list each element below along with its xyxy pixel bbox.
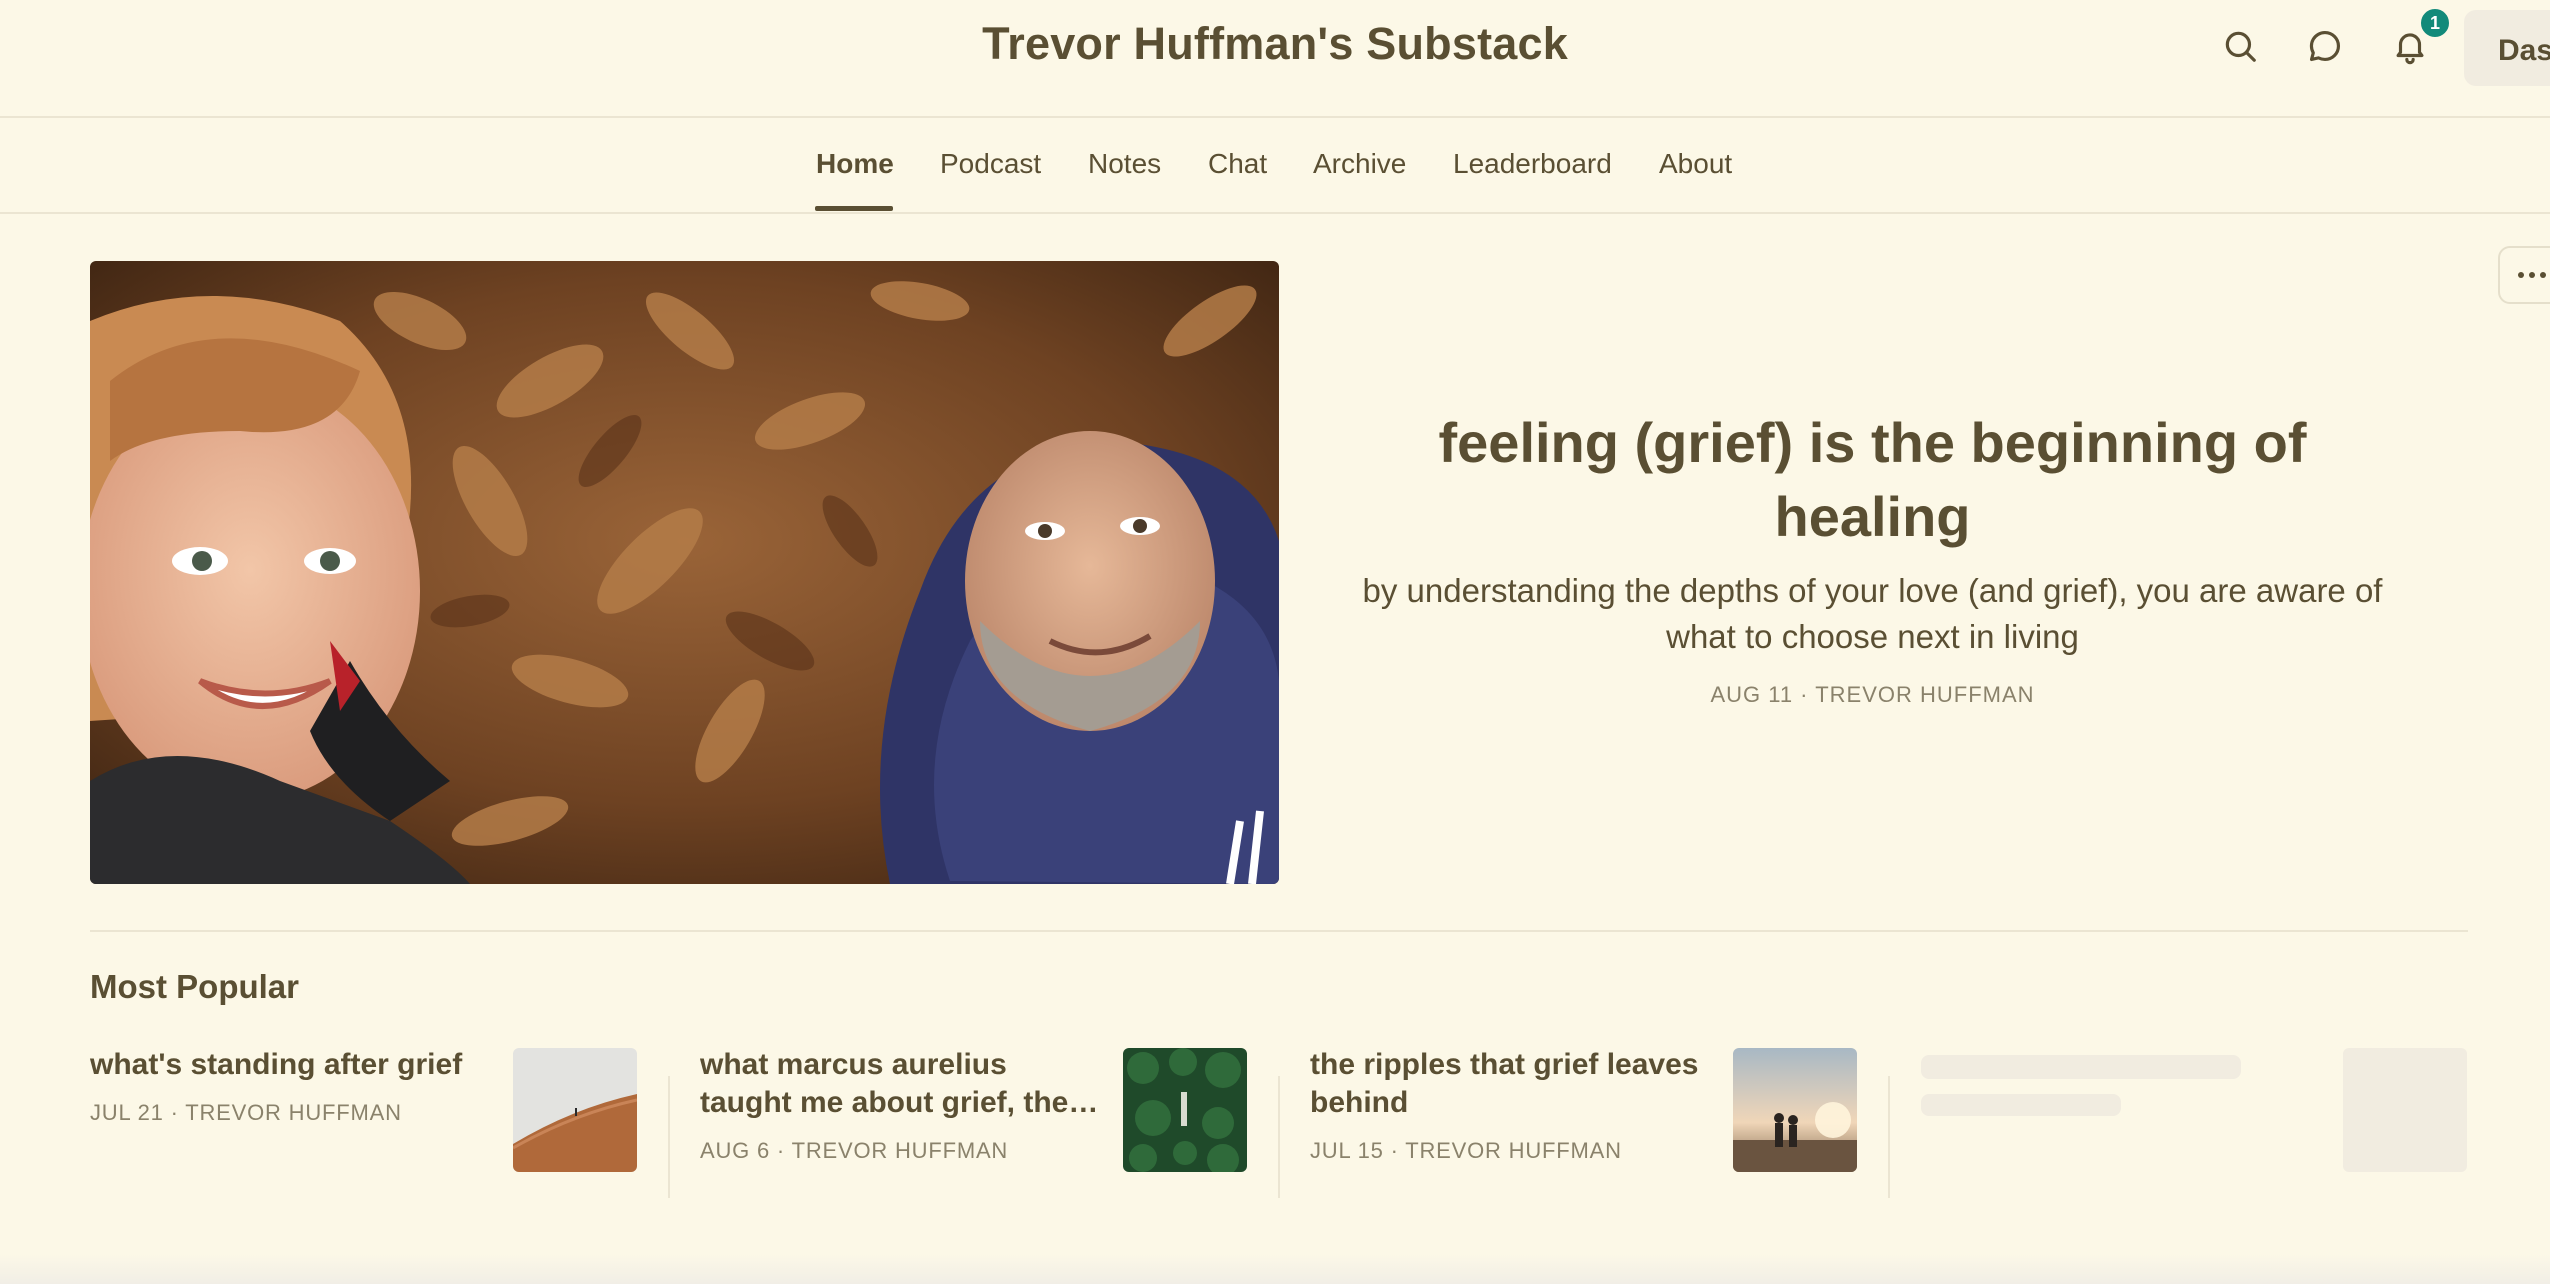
featured-post-image[interactable] xyxy=(90,261,1279,884)
loading-placeholder xyxy=(1921,1055,2241,1079)
section-divider xyxy=(90,930,2468,932)
tab-leaderboard[interactable]: Leaderboard xyxy=(1453,148,1612,180)
tab-chat[interactable]: Chat xyxy=(1208,148,1267,180)
featured-post-title[interactable]: feeling (grief) is the beginning of heal… xyxy=(1340,406,2405,554)
loading-placeholder xyxy=(1921,1094,2121,1116)
popular-post-meta: JUL 15 · TREVOR HUFFMAN xyxy=(1310,1138,1622,1163)
tab-about[interactable]: About xyxy=(1659,148,1732,180)
loading-thumbnail-placeholder xyxy=(2343,1048,2467,1172)
popular-post-meta: JUL 21 · TREVOR HUFFMAN xyxy=(90,1100,402,1125)
popular-post-title[interactable]: what's standing after grief xyxy=(90,1046,510,1084)
popular-separator xyxy=(1888,1076,1890,1198)
search-icon[interactable] xyxy=(2218,24,2262,68)
popular-post-thumbnail[interactable] xyxy=(1123,1048,1247,1172)
active-tab-indicator xyxy=(815,206,893,211)
tab-archive[interactable]: Archive xyxy=(1313,148,1406,180)
chat-bubble-icon[interactable] xyxy=(2303,24,2347,68)
popular-post-thumbnail[interactable] xyxy=(513,1048,637,1172)
page-bottom-edge xyxy=(0,1254,2550,1284)
most-popular-heading: Most Popular xyxy=(90,968,300,1005)
popular-post-title[interactable]: what marcus aurelius taught me about gri… xyxy=(700,1046,1100,1122)
notification-badge: 1 xyxy=(2418,6,2452,40)
site-title[interactable]: Trevor Huffman's Substack xyxy=(0,18,2550,70)
popular-post-title[interactable]: the ripples that grief leaves behind xyxy=(1310,1046,1710,1122)
popular-post-thumbnail[interactable] xyxy=(1733,1048,1857,1172)
popular-separator xyxy=(668,1076,670,1198)
featured-post-text: feeling (grief) is the beginning of heal… xyxy=(1340,406,2405,708)
tab-notes[interactable]: Notes xyxy=(1088,148,1161,180)
popular-post[interactable]: the ripples that grief leaves behind JUL… xyxy=(1310,1046,1860,1196)
tab-home[interactable]: Home xyxy=(816,148,894,180)
popular-post-meta: AUG 6 · TREVOR HUFFMAN xyxy=(700,1138,1009,1163)
top-header: Trevor Huffman's Substack 1 Das xyxy=(0,0,2550,118)
section-nav: Home Podcast Notes Chat Archive Leaderbo… xyxy=(0,120,2550,214)
popular-post[interactable]: what marcus aurelius taught me about gri… xyxy=(700,1046,1250,1196)
featured-post-meta: AUG 11 · TREVOR HUFFMAN xyxy=(1710,682,2035,707)
featured-post-subtitle: by understanding the depths of your love… xyxy=(1362,572,2383,655)
more-options-icon[interactable] xyxy=(2498,246,2550,304)
popular-separator xyxy=(1278,1076,1280,1198)
tab-podcast[interactable]: Podcast xyxy=(940,148,1041,180)
dashboard-button[interactable]: Das xyxy=(2464,10,2550,86)
popular-post[interactable]: what's standing after grief JUL 21 · TRE… xyxy=(90,1046,640,1196)
